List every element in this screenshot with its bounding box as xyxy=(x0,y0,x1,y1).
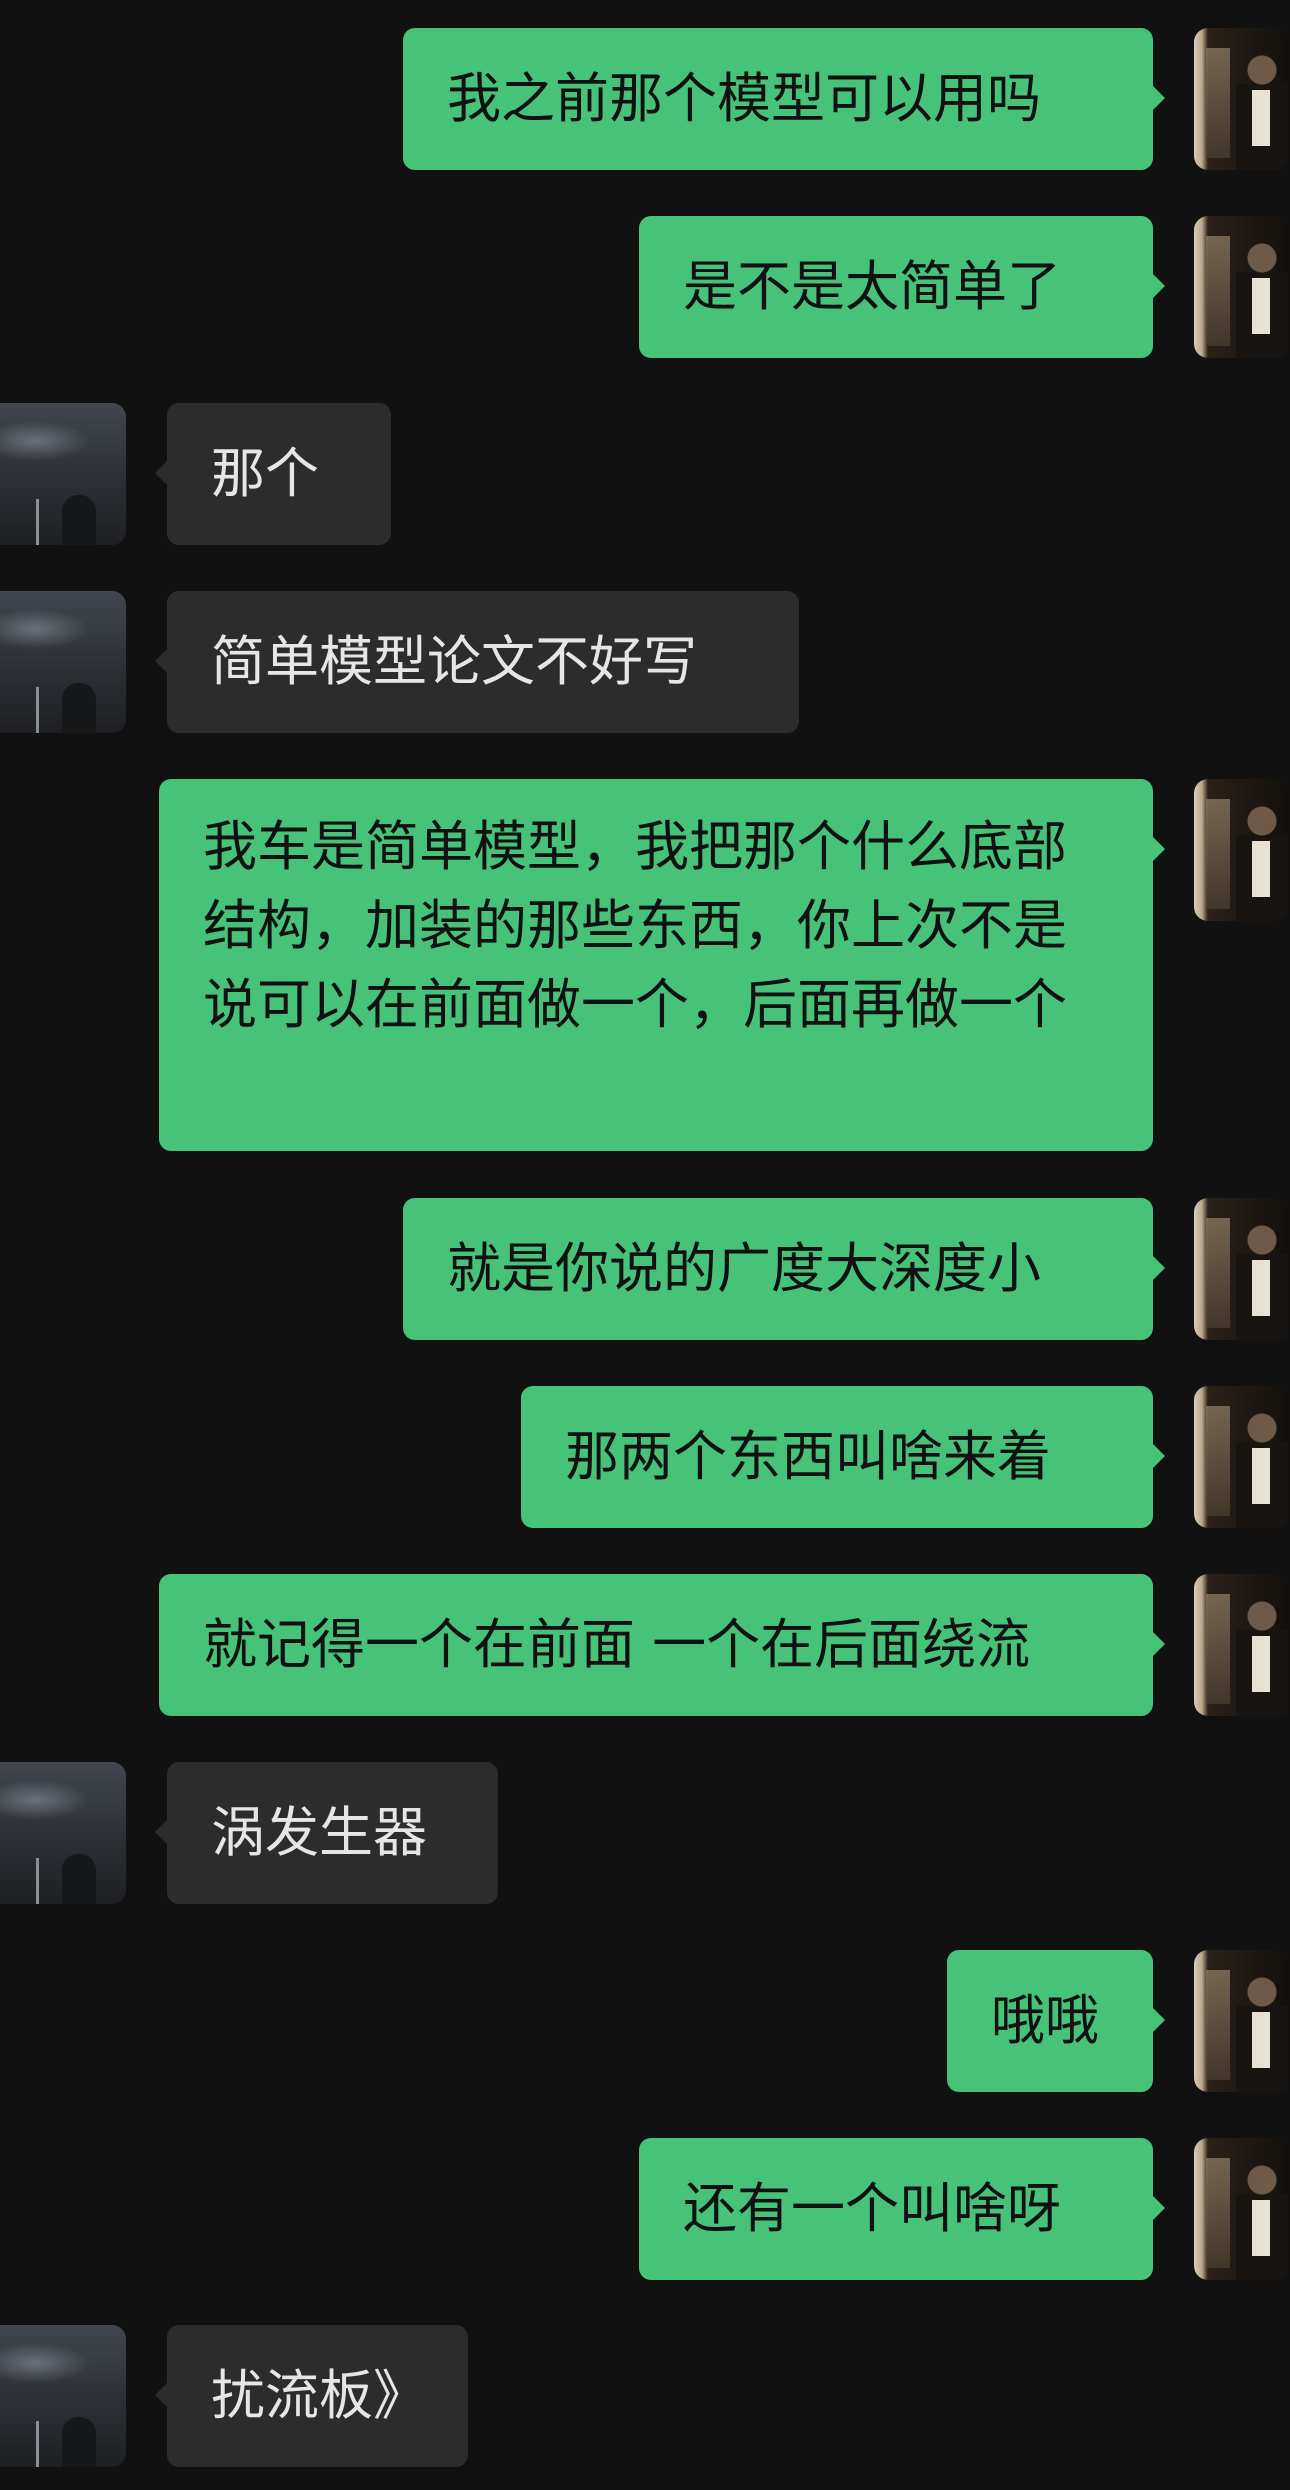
my-avatar[interactable] xyxy=(1194,1574,1290,1716)
incoming-message-bubble[interactable]: 简单模型论文不好写 xyxy=(155,591,799,733)
incoming-message-bubble[interactable]: 涡发生器 xyxy=(155,1762,498,1904)
message-row: 扰流板》 xyxy=(0,2325,1290,2467)
message-row: 哦哦 xyxy=(0,1950,1290,2092)
outgoing-message-bubble[interactable]: 就记得一个在前面 一个在后面绕流 xyxy=(159,1574,1165,1716)
contact-avatar[interactable] xyxy=(0,1762,126,1904)
contact-avatar[interactable] xyxy=(0,591,126,733)
message-row: 简单模型论文不好写 xyxy=(0,591,1290,733)
outgoing-message-bubble[interactable]: 那两个东西叫啥来着 xyxy=(521,1386,1165,1528)
outgoing-message-bubble[interactable]: 我车是简单模型，我把那个什么底部结构，加装的那些东西，你上次不是说可以在前面做一… xyxy=(159,779,1165,1151)
contact-avatar[interactable] xyxy=(0,2325,126,2467)
my-avatar[interactable] xyxy=(1194,1198,1290,1340)
outgoing-message-bubble[interactable]: 哦哦 xyxy=(947,1950,1165,2092)
message-row: 我之前那个模型可以用吗 xyxy=(0,28,1290,170)
my-avatar[interactable] xyxy=(1194,779,1290,921)
message-row: 涡发生器 xyxy=(0,1762,1290,1904)
chat-message-list[interactable]: 我之前那个模型可以用吗是不是太简单了那个简单模型论文不好写我车是简单模型，我把那… xyxy=(0,0,1290,2490)
outgoing-message-bubble[interactable]: 我之前那个模型可以用吗 xyxy=(403,28,1165,170)
message-row: 就是你说的广度大深度小 xyxy=(0,1198,1290,1340)
message-row: 是不是太简单了 xyxy=(0,216,1290,358)
my-avatar[interactable] xyxy=(1194,28,1290,170)
my-avatar[interactable] xyxy=(1194,1950,1290,2092)
incoming-message-bubble[interactable]: 扰流板》 xyxy=(155,2325,468,2467)
incoming-message-bubble[interactable]: 那个 xyxy=(155,403,391,545)
outgoing-message-bubble[interactable]: 是不是太简单了 xyxy=(639,216,1165,358)
contact-avatar[interactable] xyxy=(0,403,126,545)
message-row: 还有一个叫啥呀 xyxy=(0,2138,1290,2280)
my-avatar[interactable] xyxy=(1194,216,1290,358)
message-row: 那个 xyxy=(0,403,1290,545)
my-avatar[interactable] xyxy=(1194,1386,1290,1528)
my-avatar[interactable] xyxy=(1194,2138,1290,2280)
outgoing-message-bubble[interactable]: 还有一个叫啥呀 xyxy=(639,2138,1165,2280)
outgoing-message-bubble[interactable]: 就是你说的广度大深度小 xyxy=(403,1198,1165,1340)
message-row: 就记得一个在前面 一个在后面绕流 xyxy=(0,1574,1290,1716)
message-row: 那两个东西叫啥来着 xyxy=(0,1386,1290,1528)
message-row: 我车是简单模型，我把那个什么底部结构，加装的那些东西，你上次不是说可以在前面做一… xyxy=(0,779,1290,1151)
